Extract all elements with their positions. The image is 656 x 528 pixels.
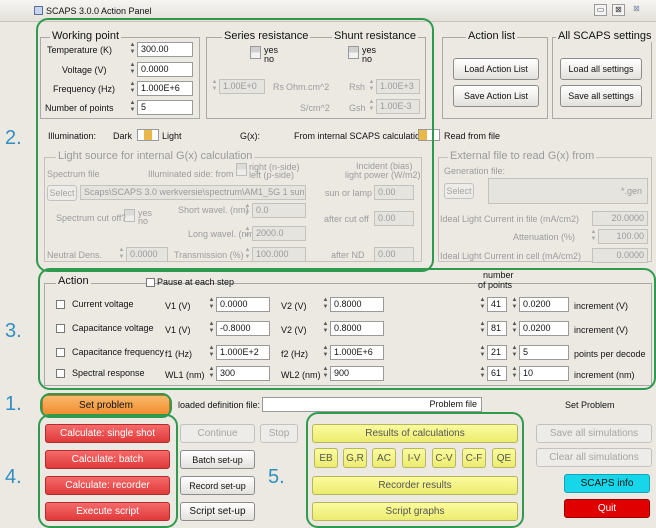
generation-select-button[interactable]: Select [444,183,474,199]
annotation-number-2: 2. [5,127,22,149]
maximize-icon[interactable]: ⊠ [612,4,625,16]
annotation-number-5: 5. [268,466,285,488]
record-setup-button[interactable]: Record set-up [180,476,255,495]
scaps-action-panel: SCAPS 3.0.0 Action Panel ▭ ⊠ ⊠ Working p… [0,0,656,528]
annotation-number-4: 4. [5,466,22,488]
annotation-box-2 [36,18,434,272]
generation-file-label: Generation file: [444,166,506,176]
all-settings-title: All SCAPS settings [556,30,654,42]
save-all-simulations-button[interactable]: Save all simulations [536,424,652,443]
external-file-title: External file to read G(x) from [448,150,597,162]
attenuation-label: Attenuation (%) [513,232,576,242]
annotation-box-1 [40,393,172,418]
load-action-list-button[interactable]: Load Action List [453,58,539,80]
annotation-number-3: 3. [5,320,22,342]
read-from-file-label: Read from file [444,131,501,141]
definition-file-input[interactable]: Problem file [262,397,482,412]
problem-status: Set Problem [565,400,615,410]
close-icon[interactable]: ⊠ [630,4,643,16]
scaps-info-button[interactable]: SCAPS info [564,474,650,493]
save-action-list-button[interactable]: Save Action List [453,85,539,107]
stop-button[interactable]: Stop [260,424,298,443]
action-list-title: Action list [466,30,518,42]
loaded-definition-label: loaded definition file: [178,400,261,410]
generation-file-input[interactable]: *.gen [488,178,648,204]
ideal-current-file-label: Ideal Light Current in file (mA/cm2) [440,214,580,224]
ideal-current-cell-input[interactable]: 0.0000 [592,248,648,263]
app-icon [34,6,43,15]
save-all-settings-button[interactable]: Save all settings [560,85,642,107]
attenuation-input[interactable]: 100.00 [598,229,648,244]
annotation-box-3 [38,268,656,390]
batch-setup-button[interactable]: Batch set-up [180,450,255,469]
load-all-settings-button[interactable]: Load all settings [560,58,642,80]
annotation-box-5 [306,412,524,528]
quit-button[interactable]: Quit [564,499,650,518]
annotation-box-4 [38,414,178,528]
minimize-icon[interactable]: ▭ [594,4,607,16]
script-setup-button[interactable]: Script set-up [180,502,255,521]
continue-button[interactable]: Continue [180,424,255,443]
ideal-current-file-input[interactable]: 20.0000 [592,211,648,226]
ideal-current-cell-label: Ideal Light Current in cell (mA/cm2) [440,251,582,261]
clear-all-simulations-button[interactable]: Clear all simulations [536,448,652,467]
window-title: SCAPS 3.0.0 Action Panel [46,6,152,16]
attenuation-spin-icon[interactable]: ▲ ▼ [590,229,597,244]
annotation-number-1: 1. [5,393,22,415]
